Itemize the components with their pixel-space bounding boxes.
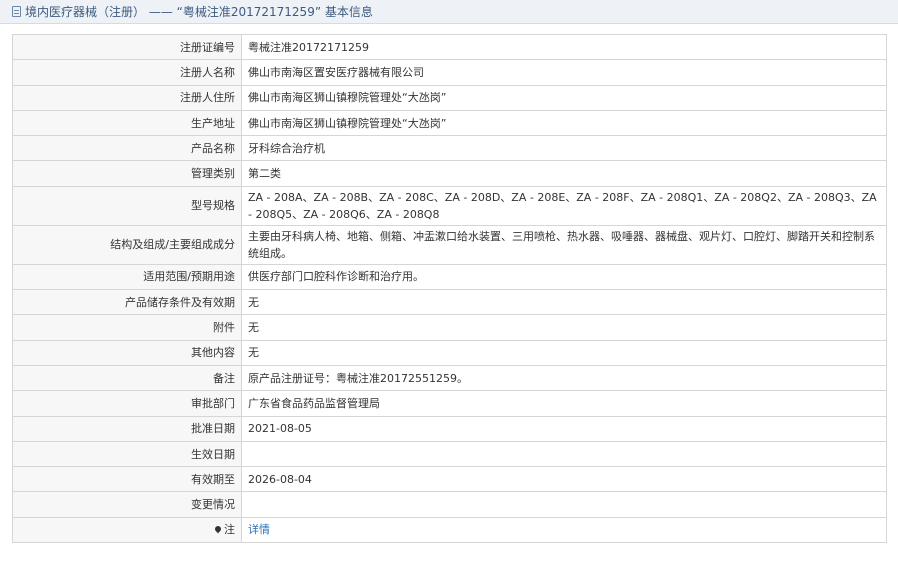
row-label: 生效日期: [12, 440, 242, 468]
row-value: 无: [241, 314, 887, 341]
row-label: 注册人住所: [12, 84, 242, 111]
row-label: 产品名称: [12, 135, 242, 162]
page-header: 境内医疗器械（注册） —— “粤械注准20172171259” 基本信息: [0, 0, 898, 24]
row-label: 变更情况: [12, 491, 242, 518]
row-value: 牙科综合治疗机: [241, 135, 887, 162]
row-value: [241, 491, 887, 518]
info-table: 注册证编号 粤械注准20172171259 注册人名称 佛山市南海区置安医疗器械…: [12, 33, 887, 544]
table-row: 审批部门 广东省食品药品监督管理局: [12, 390, 887, 417]
row-label: 产品储存条件及有效期: [12, 289, 242, 316]
row-value: 广东省食品药品监督管理局: [241, 390, 887, 417]
table-row: 附件 无: [12, 314, 887, 341]
note-label: 注: [224, 523, 235, 537]
table-row: 产品名称 牙科综合治疗机: [12, 135, 887, 162]
row-value: 佛山市南海区狮山镇穆院管理处“大氹岗”: [241, 84, 887, 111]
row-value: 2021-08-05: [241, 415, 887, 442]
row-label: 其他内容: [12, 339, 242, 366]
row-value: ZA - 208A、ZA - 208B、ZA - 208C、ZA - 208D、…: [241, 185, 887, 226]
row-label: 结构及组成/主要组成成分: [12, 224, 242, 265]
table-row: 生效日期: [12, 440, 887, 468]
row-value-note: 详情: [241, 516, 887, 544]
row-label: 审批部门: [12, 390, 242, 417]
row-value: 粤械注准20172171259: [241, 33, 887, 61]
table-row: 有效期至 2026-08-04: [12, 466, 887, 493]
row-value: 佛山市南海区置安医疗器械有限公司: [241, 59, 887, 86]
row-value: 2026-08-04: [241, 466, 887, 493]
row-value: 主要由牙科病人椅、地箱、侧箱、冲盂漱口给水装置、三用喷枪、热水器、吸唾器、器械盘…: [241, 224, 887, 265]
details-link[interactable]: 详情: [248, 523, 270, 536]
table-row: 生产地址 佛山市南海区狮山镇穆院管理处“大氹岗”: [12, 109, 887, 137]
location-pin-icon: [213, 525, 223, 534]
page-title: 境内医疗器械（注册） —— “粤械注准20172171259” 基本信息: [25, 5, 373, 19]
row-label: 生产地址: [12, 109, 242, 137]
table-row: 结构及组成/主要组成成分 主要由牙科病人椅、地箱、侧箱、冲盂漱口给水装置、三用喷…: [12, 224, 887, 265]
row-label: 注册证编号: [12, 33, 242, 61]
table-row: 注册人名称 佛山市南海区置安医疗器械有限公司: [12, 59, 887, 86]
row-value: 原产品注册证号：粤械注准20172551259。: [241, 364, 887, 392]
row-value: 供医疗部门口腔科作诊断和治疗用。: [241, 263, 887, 291]
row-label: 适用范围/预期用途: [12, 263, 242, 291]
table-row: 其他内容 无: [12, 339, 887, 366]
table-row: 注 详情: [12, 516, 887, 544]
row-label: 有效期至: [12, 466, 242, 493]
table-row: 变更情况: [12, 491, 887, 518]
table-row: 适用范围/预期用途 供医疗部门口腔科作诊断和治疗用。: [12, 263, 887, 291]
table-row: 产品储存条件及有效期 无: [12, 289, 887, 316]
row-label: 注册人名称: [12, 59, 242, 86]
row-label-note: 注: [12, 516, 242, 544]
table-row: 批准日期 2021-08-05: [12, 415, 887, 442]
document-icon: [12, 6, 21, 17]
row-label: 型号规格: [12, 185, 242, 226]
row-label: 管理类别: [12, 160, 242, 187]
row-value: 无: [241, 339, 887, 366]
row-value: [241, 440, 887, 468]
row-value: 无: [241, 289, 887, 316]
table-row: 注册证编号 粤械注准20172171259: [12, 33, 887, 61]
table-row: 注册人住所 佛山市南海区狮山镇穆院管理处“大氹岗”: [12, 84, 887, 111]
row-value: 第二类: [241, 160, 887, 187]
table-row: 型号规格 ZA - 208A、ZA - 208B、ZA - 208C、ZA - …: [12, 185, 887, 226]
row-label: 批准日期: [12, 415, 242, 442]
row-value: 佛山市南海区狮山镇穆院管理处“大氹岗”: [241, 109, 887, 137]
row-label: 附件: [12, 314, 242, 341]
table-row: 管理类别 第二类: [12, 160, 887, 187]
row-label: 备注: [12, 364, 242, 392]
table-row: 备注 原产品注册证号：粤械注准20172551259。: [12, 364, 887, 392]
